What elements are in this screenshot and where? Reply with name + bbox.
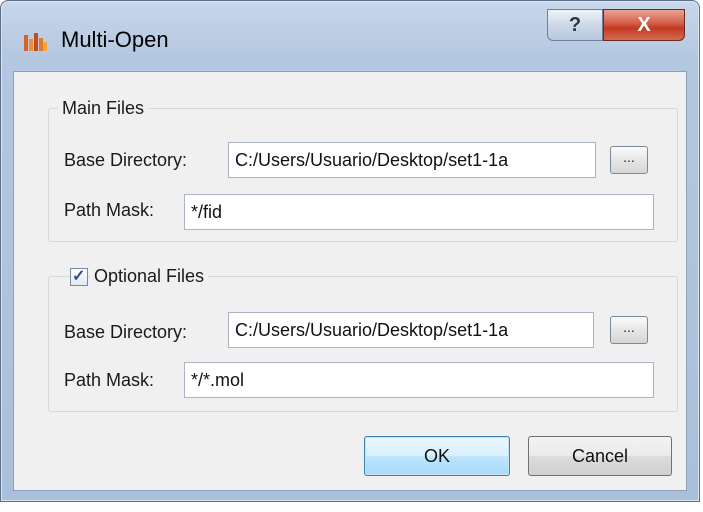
- dialog-content: Main Files Base Directory: C:/Users/Usua…: [13, 71, 687, 491]
- app-icon: [24, 33, 47, 51]
- optional-files-checkbox[interactable]: ✓: [70, 268, 88, 286]
- optional-files-legend[interactable]: Optional Files: [90, 266, 209, 287]
- main-base-directory-input[interactable]: C:/Users/Usuario/Desktop/set1-1a: [228, 142, 596, 178]
- main-path-mask-label: Path Mask:: [64, 200, 155, 220]
- close-button[interactable]: X: [603, 9, 685, 41]
- multi-open-dialog: Multi-Open ? X Main Files Base Directory…: [0, 0, 700, 502]
- optional-base-directory-input[interactable]: C:/Users/Usuario/Desktop/set1-1a: [228, 312, 594, 348]
- main-files-legend: Main Files: [58, 98, 149, 119]
- optional-path-mask-input[interactable]: */*.mol: [184, 362, 654, 398]
- optional-base-directory-label: Base Directory:: [64, 322, 188, 342]
- main-browse-button[interactable]: ...: [610, 146, 648, 174]
- optional-browse-button[interactable]: ...: [610, 316, 648, 344]
- help-button[interactable]: ?: [547, 9, 603, 41]
- optional-path-mask-label: Path Mask:: [64, 370, 155, 390]
- checkmark-icon: ✓: [72, 268, 86, 285]
- main-path-mask-input[interactable]: */fid: [184, 194, 654, 230]
- main-base-directory-label: Base Directory:: [64, 150, 188, 170]
- cancel-button[interactable]: Cancel: [528, 436, 672, 476]
- ok-button[interactable]: OK: [364, 436, 510, 476]
- window-title: Multi-Open: [61, 27, 169, 52]
